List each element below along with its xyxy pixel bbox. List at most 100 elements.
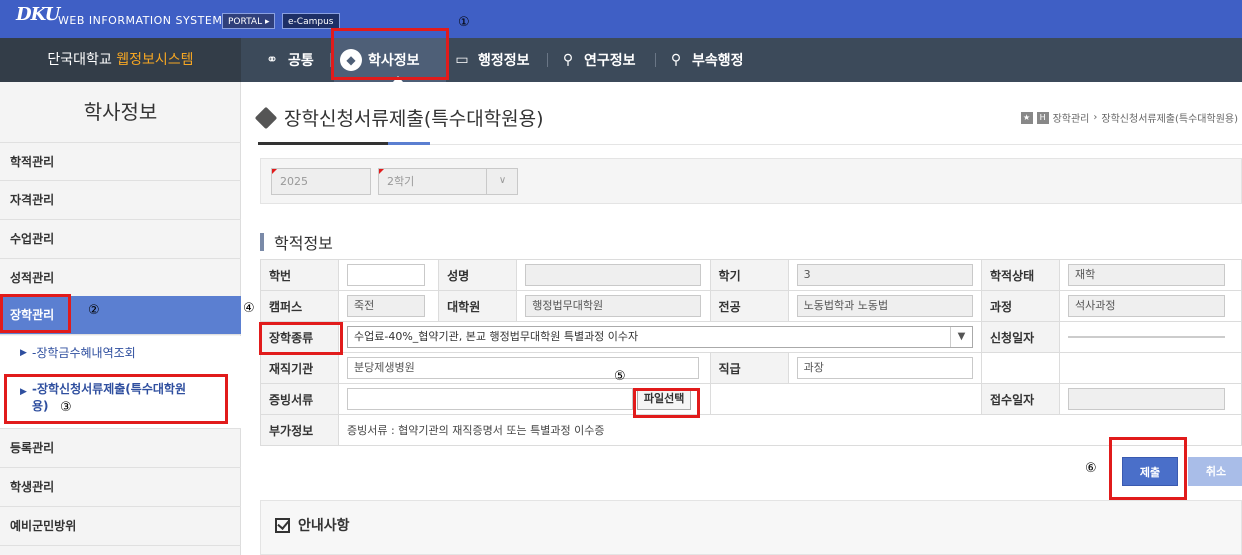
section-title: 학적정보 (260, 230, 333, 254)
ecampus-link[interactable]: e-Campus (282, 13, 340, 29)
tag-icon (254, 106, 278, 129)
brand-title: 단국대학교 웹정보시스템 (0, 38, 241, 82)
brand-highlight: 웹정보시스템 (116, 52, 194, 68)
dku-logo[interactable]: DKU (16, 4, 60, 25)
sidebar-item-registration[interactable]: 등록관리 (0, 429, 241, 468)
share-icon: ⚭ (266, 52, 278, 68)
notice-title: 안내사항 (275, 515, 350, 535)
portal-link[interactable]: PORTAL ▸ (222, 13, 276, 29)
home-icon[interactable]: H (1036, 111, 1049, 124)
nav-item-academic[interactable]: ◆ 학사정보 (334, 38, 446, 82)
sidebar-item-scholarship[interactable]: 장학관리 (0, 296, 241, 335)
extra-info-text: 증빙서류 : 협약기관의 재직증명서 또는 특별과정 이수증 (338, 414, 1242, 446)
label-evidence: 증빙서류 (260, 383, 339, 415)
label-status: 학적상태 (981, 259, 1060, 291)
file-select-button[interactable]: 파일선택 (636, 388, 692, 410)
nav-label: 부속행정 (692, 53, 744, 69)
label-scholarship-type: 장학종류 (260, 321, 339, 353)
sidebar-item-grades[interactable]: 성적관리 (0, 259, 241, 298)
checkbox-icon (275, 517, 290, 533)
subitem-label: -장학금수혜내역조회 (32, 346, 136, 360)
nav-item-affiliated[interactable]: ⚲ 부속행정 (666, 38, 744, 82)
name-field[interactable] (525, 264, 702, 286)
nav-label: 행정정보 (478, 53, 530, 69)
annotation-number: ① (458, 15, 470, 30)
chevron-down-icon[interactable]: ∨ (486, 168, 518, 195)
caret-right-icon: ▶ (20, 387, 27, 397)
annotation-number: ⑥ (1085, 461, 1097, 476)
section-title-text: 학적정보 (274, 234, 333, 253)
active-caret (393, 76, 403, 82)
chevron-down-icon[interactable]: ▼ (950, 327, 972, 347)
campus-field[interactable]: 죽전 (347, 295, 425, 317)
notice-title-text: 안내사항 (298, 518, 350, 534)
nav-item-common[interactable]: ⚭ 공통 (262, 38, 314, 82)
label-semester: 학기 (709, 259, 789, 291)
sidebar-item-reserve[interactable]: 예비군민방위 (0, 507, 241, 546)
graduate-school-field[interactable]: 행정법무대학원 (525, 295, 702, 317)
nav-label: 연구정보 (584, 53, 636, 69)
empty-cell (1059, 352, 1242, 384)
nav-divider (547, 53, 548, 67)
nav-item-admin[interactable]: ▭ 행정정보 (452, 38, 530, 82)
page-title-text: 장학신청서류제출(특수대학원용) (284, 108, 544, 130)
favorite-star-icon[interactable]: ★ (1020, 111, 1033, 124)
annotation-number: ② (88, 303, 100, 318)
search-icon: ⚲ (670, 52, 682, 68)
sidebar-item-records[interactable]: 학적관리 (0, 142, 241, 181)
inbox-icon: ▭ (455, 52, 469, 68)
empty-cell (709, 383, 983, 415)
label-major: 전공 (709, 290, 789, 322)
scholarship-type-value: 수업료-40%_협약기관, 본교 행정법무대학원 특별과정 이수자 (354, 330, 639, 343)
page-title: 장학신청서류제출(특수대학원용) (254, 104, 544, 131)
label-apply-date: 신청일자 (981, 321, 1060, 353)
sidebar-subitem-scholarship-history[interactable]: ▶ -장학금수혜내역조회 (0, 336, 241, 371)
label-position: 직급 (709, 352, 789, 384)
section-bar (260, 233, 264, 251)
cancel-button[interactable]: 취소 (1188, 457, 1242, 486)
nav-label: 공통 (288, 53, 314, 69)
year-field[interactable]: 2025 (271, 168, 371, 195)
major-field[interactable]: 노동법학과 노동법 (796, 295, 973, 317)
sidebar-title: 학사정보 (83, 100, 158, 124)
annotation-number: ③ (60, 400, 72, 415)
caret-right-icon: ▶ (20, 348, 27, 358)
nav-label: 학사정보 (368, 53, 420, 69)
label-extra: 부가정보 (260, 414, 339, 446)
breadcrumb-item[interactable]: 장학관리 (1053, 110, 1090, 125)
label-receipt-date: 접수일자 (981, 383, 1060, 415)
workplace-field[interactable]: 분당제생병원 (347, 357, 699, 379)
system-name: WEB INFORMATION SYSTEM (58, 14, 223, 27)
evidence-file-field[interactable] (347, 388, 633, 410)
label-workplace: 재직기관 (260, 352, 339, 384)
annotation-number: ⑤ (614, 369, 626, 384)
scholarship-type-select[interactable]: 수업료-40%_협약기관, 본교 행정법무대학원 특별과정 이수자 ▼ (347, 326, 973, 348)
position-field[interactable]: 과장 (796, 357, 973, 379)
nav-item-research[interactable]: ⚲ 연구정보 (558, 38, 636, 82)
chevron-right-icon: › (1093, 112, 1098, 123)
empty-cell (981, 352, 1060, 384)
student-info-form: 학번 성명 학기 3 학적상태 재학 캠퍼스 죽전 대학원 행정법무대학원 전공… (260, 259, 1242, 446)
search-icon: ⚲ (562, 52, 574, 68)
label-name: 성명 (438, 259, 518, 291)
sidebar-subitem-scholarship-docs[interactable]: ▶ -장학신청서류제출(특수대학원용) (0, 371, 241, 429)
sidebar-item-classes[interactable]: 수업관리 (0, 220, 241, 259)
course-field[interactable]: 석사과정 (1068, 295, 1225, 317)
title-divider (430, 144, 1242, 145)
nav-divider (655, 53, 656, 67)
breadcrumb-item: 장학신청서류제출(특수대학원용) (1101, 114, 1238, 125)
semester-field[interactable]: 3 (796, 264, 973, 286)
title-underline-accent (388, 142, 430, 145)
label-student-id: 학번 (260, 259, 339, 291)
nav-divider (330, 53, 331, 67)
annotation-number: ④ (243, 301, 255, 316)
label-course: 과정 (981, 290, 1060, 322)
apply-date-field (1068, 336, 1225, 338)
sidebar-item-student[interactable]: 학생관리 (0, 468, 241, 507)
status-field[interactable]: 재학 (1068, 264, 1225, 286)
submit-button[interactable]: 제출 (1122, 457, 1178, 486)
sidebar-item-qualification[interactable]: 자격관리 (0, 181, 241, 220)
subitem-label-cont: 용) (32, 399, 49, 413)
subitem-label: -장학신청서류제출(특수대학원 (32, 382, 186, 396)
student-id-field[interactable] (347, 264, 425, 286)
